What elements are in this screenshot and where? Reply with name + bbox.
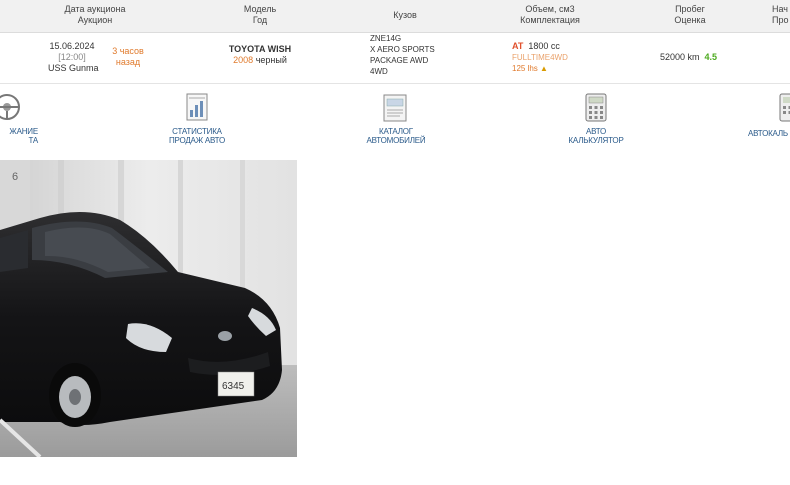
nav-catalog[interactable]: КАТАЛОГ АВТОМОБИЛЕЙ bbox=[351, 92, 441, 145]
header-volume-label: Объем, см3 bbox=[525, 4, 575, 14]
model-cell: TOYOTA WISH 2008 черный bbox=[212, 44, 308, 66]
nav-statistics-label: СТАТИСТИКА ПРОДАЖ АВТО bbox=[168, 127, 225, 145]
warning-icon: ▲ bbox=[540, 64, 548, 73]
autocalc-icon bbox=[779, 93, 790, 122]
header-model-year: Модель Год bbox=[220, 4, 300, 26]
transmission: AT bbox=[512, 41, 524, 51]
nav-calculator[interactable]: АВТО КАЛЬКУЛЯТОР bbox=[551, 92, 641, 145]
license-plate: 6345 bbox=[222, 381, 245, 392]
header-price-label: Про bbox=[772, 15, 789, 25]
auction-name[interactable]: USS Gunma bbox=[48, 63, 99, 74]
nav-bidding-label: ЖАНИЕ ТА bbox=[9, 127, 38, 145]
header-trim-label: Комплектация bbox=[520, 15, 580, 25]
header-start-price: Нач Про bbox=[772, 4, 790, 26]
volume-cell: AT 1800 cc FULLTIME4WD 125 lhs ▲ bbox=[512, 41, 568, 74]
auction-time: [12:00] bbox=[58, 52, 86, 62]
drive-type: FULLTIME4WD bbox=[512, 53, 568, 62]
catalog-book-icon bbox=[383, 94, 407, 122]
score: 4.5 bbox=[704, 52, 718, 62]
header-auction-label: Аукцион bbox=[77, 15, 113, 25]
model-name[interactable]: TOYOTA WISH bbox=[212, 44, 308, 55]
header-mileage-label: Пробег bbox=[675, 4, 705, 14]
nav-catalog-label: КАТАЛОГ АВТОМОБИЛЕЙ bbox=[366, 127, 426, 145]
header-year-label: Год bbox=[252, 15, 268, 25]
nav-statistics[interactable]: СТАТИСТИКА ПРОДАЖ АВТО bbox=[152, 92, 242, 145]
header-body-label: Кузов bbox=[393, 10, 417, 20]
table-header: Дата аукциона Аукцион Модель Год Кузов О… bbox=[0, 0, 790, 33]
time-ago: 3 часов назад bbox=[108, 46, 148, 68]
body-code: ZNE14G bbox=[370, 34, 402, 43]
mileage-cell: 52000 km 4.5 bbox=[660, 52, 717, 63]
statistics-chart-icon bbox=[186, 93, 208, 121]
time-ago-line1: 3 часов bbox=[112, 46, 144, 56]
nav-bidding[interactable]: ЖАНИЕ ТА bbox=[0, 92, 52, 145]
model-year: 2008 bbox=[233, 55, 254, 65]
trim-line-1: X AERO SPORTS bbox=[370, 45, 435, 54]
header-score-label: Оценка bbox=[674, 15, 706, 25]
table-row[interactable]: 15.06.2024 [12:00] USS Gunma 3 часов наз… bbox=[0, 33, 790, 84]
engine-volume: 1800 cc bbox=[528, 41, 560, 51]
auction-date: 15.06.2024 bbox=[49, 41, 95, 51]
trim-line-3: 4WD bbox=[370, 67, 388, 76]
header-date-label: Дата аукциона bbox=[64, 4, 126, 14]
header-model-label: Модель bbox=[243, 4, 277, 14]
steering-wheel-icon bbox=[0, 94, 20, 120]
nav-autocalc-label: АВТОКАЛЬ bbox=[748, 129, 788, 138]
car-color: черный bbox=[255, 55, 287, 65]
header-start-label: Нач bbox=[772, 4, 788, 14]
engine-power: 125 lhs bbox=[512, 64, 538, 73]
svg-text:6: 6 bbox=[12, 171, 18, 183]
mileage: 52000 km bbox=[660, 52, 700, 62]
calculator-icon bbox=[585, 93, 607, 122]
auction-date-cell: 15.06.2024 [12:00] USS Gunma bbox=[48, 41, 99, 74]
time-ago-line2: назад bbox=[115, 57, 141, 67]
header-date-auction: Дата аукциона Аукцион bbox=[55, 4, 135, 26]
header-volume-trim: Объем, см3 Комплектация bbox=[505, 4, 595, 26]
nav-autocalc[interactable]: АВТОКАЛЬ bbox=[748, 92, 790, 138]
car-photo[interactable]: 6 6345 bbox=[0, 160, 297, 457]
trim-line-2: PACKAGE AWD bbox=[370, 56, 429, 65]
nav-calculator-label: АВТО КАЛЬКУЛЯТОР bbox=[568, 127, 624, 145]
header-mileage-score: Пробег Оценка bbox=[650, 4, 730, 26]
body-cell: ZNE14G X AERO SPORTS PACKAGE AWD 4WD bbox=[370, 33, 435, 77]
